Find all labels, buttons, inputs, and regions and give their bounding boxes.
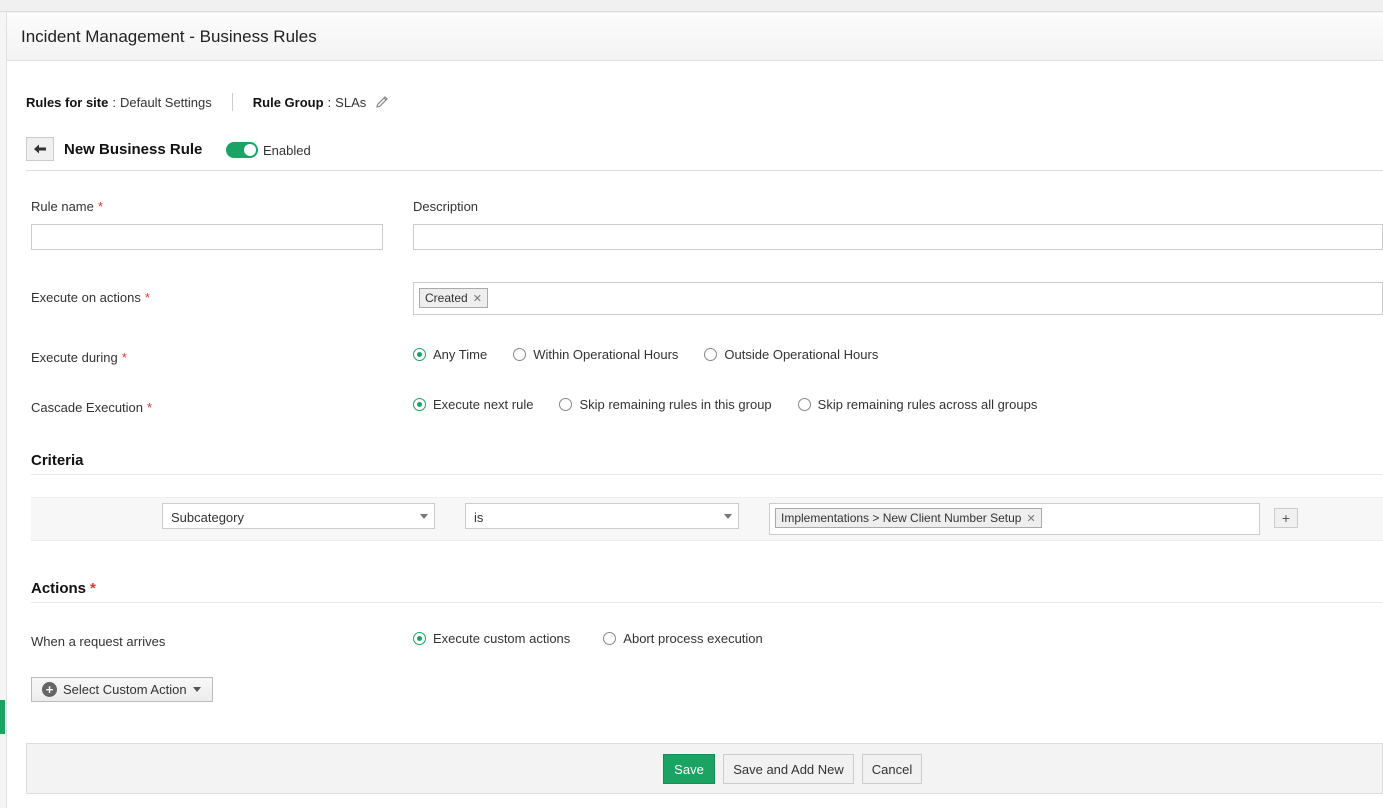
- required-marker: *: [147, 400, 153, 415]
- page-title: Incident Management - Business Rules: [21, 27, 317, 46]
- radio-icon: [797, 398, 811, 411]
- tag-label: Implementations > New Client Number Setu…: [781, 511, 1022, 525]
- execute-on-label-text: Execute on actions: [31, 290, 141, 305]
- cascade-label-text: Cascade Execution: [31, 400, 144, 415]
- caret-down-icon: [192, 687, 201, 692]
- plus-circle-icon: +: [42, 682, 57, 697]
- radio-skip-all-groups[interactable]: Skip remaining rules across all groups: [797, 397, 1038, 412]
- required-marker: *: [144, 290, 150, 305]
- select-value: Subcategory: [171, 510, 244, 525]
- toggle-knob: [244, 144, 256, 156]
- edit-pencil-icon[interactable]: [374, 94, 390, 110]
- back-arrow-icon: [34, 144, 46, 154]
- rule-name-label-text: Rule name: [31, 199, 94, 214]
- site-divider: [231, 93, 233, 111]
- radio-icon: [704, 348, 718, 361]
- site-label: Rules for site: [26, 94, 109, 110]
- when-request-arrives-label: When a request arrives: [31, 634, 166, 649]
- radio-abort-process[interactable]: Abort process execution: [603, 631, 763, 646]
- radio-selected-icon: [413, 632, 426, 645]
- required-marker: *: [90, 580, 96, 597]
- actions-options: Execute custom actions Abort process exe…: [413, 631, 763, 646]
- rule-group-label: Rule Group: [252, 94, 324, 110]
- radio-label: Any Time: [433, 347, 488, 362]
- criteria-row: Subcategory is Implementations > New Cli…: [31, 497, 1383, 541]
- form-footer: Save Save and Add New Cancel: [26, 743, 1383, 794]
- radio-selected-icon: [413, 348, 426, 361]
- criteria-field-select[interactable]: Subcategory: [162, 503, 435, 529]
- remove-tag-icon[interactable]: ✕: [473, 292, 482, 305]
- site-value: Default Settings: [119, 94, 212, 110]
- criteria-value-field[interactable]: Implementations > New Client Number Setu…: [769, 503, 1260, 535]
- cascade-execution-label: Cascade Execution *: [31, 400, 152, 415]
- cascade-options: Execute next rule Skip remaining rules i…: [413, 397, 1037, 412]
- radio-skip-group[interactable]: Skip remaining rules in this group: [559, 397, 772, 412]
- radio-icon: [513, 348, 527, 361]
- rule-heading: New Business Rule: [64, 141, 203, 158]
- criteria-value-tag: Implementations > New Client Number Setu…: [775, 508, 1042, 528]
- save-and-add-new-button[interactable]: Save and Add New: [723, 754, 854, 784]
- radio-execute-next-rule[interactable]: Execute next rule: [413, 397, 533, 412]
- required-marker: *: [121, 350, 127, 365]
- execute-on-actions-field[interactable]: Created ✕: [413, 282, 1383, 315]
- description-label: Description: [413, 199, 479, 214]
- sidebar-active-marker: [0, 700, 5, 734]
- execute-during-label-text: Execute during: [31, 350, 118, 365]
- description-input[interactable]: [413, 224, 1383, 250]
- radio-icon: [603, 632, 617, 645]
- back-button[interactable]: [26, 137, 54, 161]
- radio-label: Within Operational Hours: [533, 347, 679, 362]
- custom-action-label: Select Custom Action: [63, 682, 187, 697]
- criteria-title: Criteria: [31, 452, 84, 469]
- divider: [26, 170, 1383, 171]
- actions-divider: [31, 602, 1383, 603]
- radio-within-operational-hours[interactable]: Within Operational Hours: [513, 347, 678, 362]
- business-rule-panel: Incident Management - Business Rules Rul…: [7, 13, 1383, 808]
- criteria-divider: [31, 474, 1383, 475]
- remove-tag-icon[interactable]: ✕: [1026, 512, 1035, 525]
- radio-any-time[interactable]: Any Time: [413, 347, 487, 362]
- enabled-toggle[interactable]: [226, 142, 258, 158]
- radio-label: Execute custom actions: [433, 631, 571, 646]
- execute-during-options: Any Time Within Operational Hours Outsid…: [413, 347, 878, 362]
- radio-label: Outside Operational Hours: [724, 347, 879, 362]
- cancel-button[interactable]: Cancel: [862, 754, 922, 784]
- execute-on-label: Execute on actions *: [31, 290, 150, 305]
- rule-name-input[interactable]: [31, 224, 383, 250]
- rule-group-value: SLAs: [335, 94, 367, 110]
- execute-during-label: Execute during *: [31, 350, 127, 365]
- required-marker: *: [97, 199, 103, 214]
- criteria-operator-select[interactable]: is: [465, 503, 739, 529]
- radio-label: Skip remaining rules across all groups: [817, 397, 1038, 412]
- site-colon: :: [112, 94, 116, 110]
- enabled-label: Enabled: [263, 143, 311, 158]
- top-strip: [0, 0, 1383, 12]
- add-criteria-button[interactable]: +: [1274, 508, 1298, 528]
- group-colon: :: [327, 94, 332, 110]
- radio-label: Abort process execution: [623, 631, 763, 646]
- rule-name-label: Rule name *: [31, 199, 103, 214]
- chevron-down-icon: [724, 514, 732, 519]
- radio-icon: [559, 398, 573, 411]
- chevron-down-icon: [420, 514, 428, 519]
- radio-execute-custom-actions[interactable]: Execute custom actions: [413, 631, 570, 646]
- actions-title: Actions *: [31, 580, 96, 597]
- panel-header: Incident Management - Business Rules: [7, 13, 1383, 61]
- radio-label: Skip remaining rules in this group: [579, 397, 772, 412]
- radio-label: Execute next rule: [433, 397, 534, 412]
- select-value: is: [474, 510, 484, 525]
- actions-title-text: Actions: [31, 580, 87, 597]
- save-button[interactable]: Save: [663, 754, 715, 784]
- tag-label: Created: [425, 291, 468, 305]
- select-custom-action-button[interactable]: + Select Custom Action: [31, 677, 213, 702]
- radio-selected-icon: [413, 398, 426, 411]
- radio-outside-operational-hours[interactable]: Outside Operational Hours: [704, 347, 878, 362]
- site-info: Rules for site : Default Settings Rule G…: [26, 93, 390, 111]
- left-sidebar: [0, 12, 7, 808]
- tag-created: Created ✕: [419, 288, 488, 308]
